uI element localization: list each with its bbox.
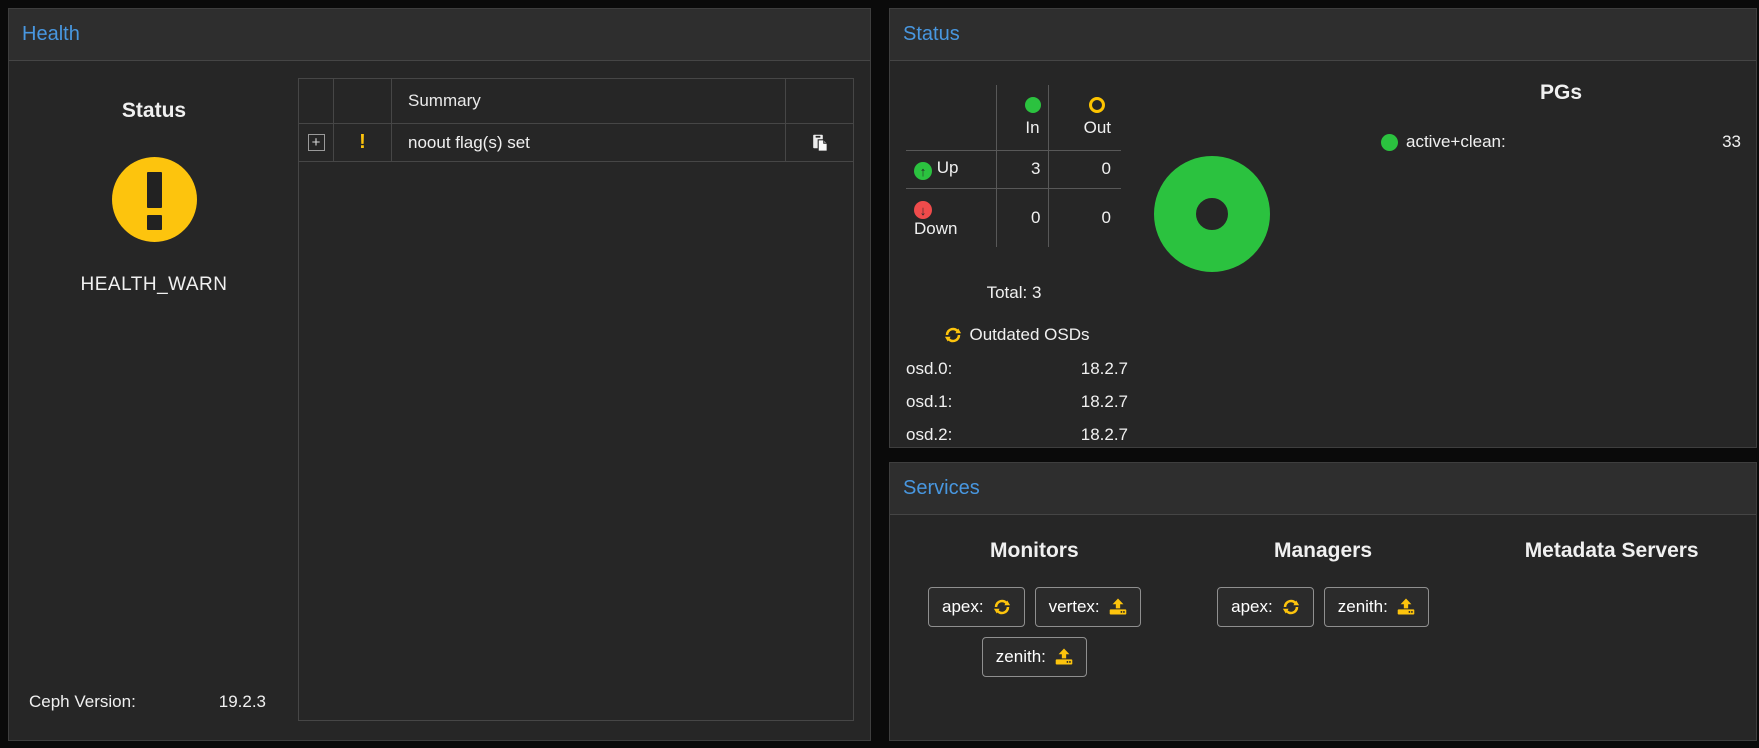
osd-in-header-cell: In xyxy=(996,85,1048,150)
health-panel-header: Health xyxy=(9,9,870,61)
manager-name: apex: xyxy=(1231,597,1273,617)
service-badge-zenith[interactable]: zenith: xyxy=(982,637,1087,677)
copy-icon xyxy=(810,133,830,153)
services-grid: Monitors apex: xyxy=(890,515,1756,677)
osd-version: 18.2.7 xyxy=(1081,392,1128,412)
status-panel: Status In Out xyxy=(889,8,1757,448)
upload-icon xyxy=(1055,648,1073,666)
manager-name: zenith: xyxy=(1338,597,1388,617)
outdated-osd-row: osd.1: 18.2.7 xyxy=(906,385,1128,418)
ceph-version-label: Ceph Version: xyxy=(29,692,136,712)
refresh-icon xyxy=(1282,598,1300,616)
in-column-label: In xyxy=(1025,118,1039,137)
warning-exclamation-bar xyxy=(147,172,162,208)
osd-version: 18.2.7 xyxy=(1081,359,1128,379)
summary-header-cell: Summary xyxy=(392,79,786,123)
actions-header-cell xyxy=(786,79,853,123)
actions-cell xyxy=(786,124,853,161)
health-panel-title: Health xyxy=(22,23,80,46)
warning-exclamation-icon: ! xyxy=(359,131,366,154)
outdated-osds-title: Outdated OSDs xyxy=(969,325,1089,345)
down-row-label: Down xyxy=(914,219,957,238)
summary-cell: noout flag(s) set xyxy=(392,124,786,161)
monitors-heading: Monitors xyxy=(890,539,1179,563)
status-heading: Status xyxy=(9,99,299,123)
monitor-name: apex: xyxy=(942,597,984,617)
active-clean-dot-icon xyxy=(1381,134,1398,151)
down-arrow-circle-icon: ↓ xyxy=(914,201,932,219)
severity-cell: ! xyxy=(334,124,392,161)
monitors-column: Monitors apex: xyxy=(890,539,1179,677)
refresh-icon xyxy=(944,326,962,344)
outdated-osds-block: Outdated OSDs osd.0: 18.2.7 osd.1: 18.2.… xyxy=(906,325,1128,451)
expand-cell: + xyxy=(299,124,334,161)
outdated-osd-row: osd.0: 18.2.7 xyxy=(906,352,1128,385)
out-ring-icon xyxy=(1089,97,1105,113)
services-panel-title: Services xyxy=(903,477,980,500)
ceph-version-value: 19.2.3 xyxy=(219,692,266,712)
expand-row-button[interactable]: + xyxy=(308,134,325,151)
severity-header-cell xyxy=(334,79,392,123)
services-panel: Services Monitors apex: xyxy=(889,462,1757,741)
status-panel-body: In Out ↑ Up 3 0 xyxy=(890,61,1756,446)
health-status-column: Status HEALTH_WARN Ceph Version: 19.2.3 xyxy=(9,61,299,739)
managers-column: Managers apex: xyxy=(1179,539,1468,677)
osd-out-header-cell: Out xyxy=(1048,85,1121,150)
managers-heading: Managers xyxy=(1179,539,1468,563)
pgs-legend-value: 33 xyxy=(1722,132,1741,152)
monitors-badges: apex: vertex: xyxy=(890,587,1179,677)
service-badge-apex[interactable]: apex: xyxy=(928,587,1025,627)
expand-header-cell xyxy=(299,79,334,123)
health-table-header-row: Summary xyxy=(299,79,853,124)
out-column-label: Out xyxy=(1084,118,1111,137)
osd-total-line: Total: 3 xyxy=(906,283,1122,303)
pgs-heading: PGs xyxy=(1381,81,1741,105)
osd-name: osd.0: xyxy=(906,359,952,379)
health-checks-table: Summary + ! noout flag(s) set xyxy=(298,78,854,721)
pgs-donut-chart xyxy=(1154,156,1270,272)
osd-version: 18.2.7 xyxy=(1081,425,1128,445)
osd-name: osd.1: xyxy=(906,392,952,412)
upload-icon xyxy=(1397,598,1415,616)
ceph-version-row: Ceph Version: 19.2.3 xyxy=(29,692,266,712)
upload-icon xyxy=(1109,598,1127,616)
osd-down-row-label-cell: ↓ Down xyxy=(906,188,996,247)
pgs-legend-label: active+clean: xyxy=(1406,132,1506,152)
monitor-name: vertex: xyxy=(1049,597,1100,617)
service-badge-zenith[interactable]: zenith: xyxy=(1324,587,1429,627)
health-status-text: HEALTH_WARN xyxy=(9,274,299,296)
metadata-servers-column: Metadata Servers xyxy=(1467,539,1756,677)
status-panel-title: Status xyxy=(903,23,960,46)
osd-name: osd.2: xyxy=(906,425,952,445)
osd-down-out-value: 0 xyxy=(1048,188,1121,247)
pgs-block: PGs active+clean: 33 xyxy=(1381,81,1741,152)
in-dot-icon xyxy=(1025,97,1041,113)
up-row-label: Up xyxy=(937,158,959,177)
monitor-name: zenith: xyxy=(996,647,1046,667)
osd-up-row-label-cell: ↑ Up xyxy=(906,150,996,188)
outdated-osd-row: osd.2: 18.2.7 xyxy=(906,418,1128,451)
health-check-row[interactable]: + ! noout flag(s) set xyxy=(299,124,853,162)
warning-exclamation-dot xyxy=(147,215,162,230)
pgs-legend-row: active+clean: 33 xyxy=(1381,132,1741,152)
copy-to-clipboard-button[interactable] xyxy=(810,133,830,153)
health-warning-icon xyxy=(112,157,197,242)
services-panel-body: Monitors apex: xyxy=(890,515,1756,739)
service-badge-apex[interactable]: apex: xyxy=(1217,587,1314,627)
osd-table-corner-cell xyxy=(906,85,996,150)
osd-up-out-value: 0 xyxy=(1048,150,1121,188)
outdated-osds-title-row: Outdated OSDs xyxy=(906,325,1128,345)
status-panel-header: Status xyxy=(890,9,1756,61)
up-arrow-circle-icon: ↑ xyxy=(914,162,932,180)
health-panel-body: Status HEALTH_WARN Ceph Version: 19.2.3 … xyxy=(9,61,870,739)
osd-in-out-table: In Out ↑ Up 3 0 xyxy=(906,85,1121,247)
health-panel: Health Status HEALTH_WARN Ceph Version: … xyxy=(8,8,871,741)
managers-badges: apex: zenith: xyxy=(1179,587,1468,627)
metadata-servers-heading: Metadata Servers xyxy=(1467,539,1756,563)
services-panel-header: Services xyxy=(890,463,1756,515)
refresh-icon xyxy=(993,598,1011,616)
osd-up-in-value: 3 xyxy=(996,150,1048,188)
osd-down-in-value: 0 xyxy=(996,188,1048,247)
service-badge-vertex[interactable]: vertex: xyxy=(1035,587,1141,627)
